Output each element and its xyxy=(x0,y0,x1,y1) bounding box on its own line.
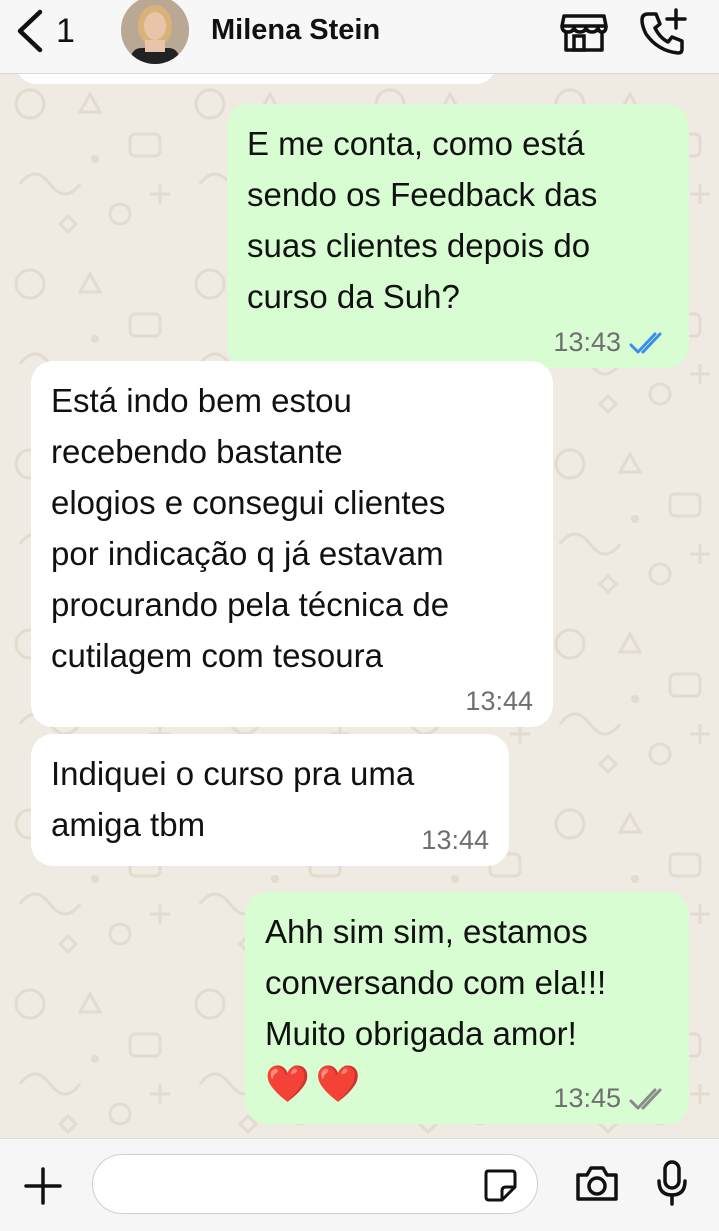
camera-icon[interactable] xyxy=(574,1163,620,1203)
avatar[interactable] xyxy=(121,0,189,64)
message-time: 13:43 xyxy=(553,327,621,357)
microphone-icon[interactable] xyxy=(656,1159,688,1207)
message-text: E me conta, como está sendo os Feedback … xyxy=(247,125,598,315)
sticker-icon[interactable] xyxy=(482,1167,518,1203)
message-time: 13:44 xyxy=(421,825,489,855)
avatar-image xyxy=(121,0,189,64)
message-meta: 13:45 xyxy=(553,1083,669,1114)
message-meta: 13:44 xyxy=(421,825,489,856)
add-call-icon[interactable] xyxy=(638,6,690,58)
message-text: Ahh sim sim, estamos conversando com ela… xyxy=(265,913,607,1052)
delivered-ticks-icon xyxy=(629,1088,662,1109)
message-list[interactable]: E me conta, como está sendo os Feedback … xyxy=(0,74,719,1138)
plus-icon[interactable] xyxy=(22,1165,64,1207)
contact-name[interactable]: Milena Stein xyxy=(211,14,380,47)
message-meta: 13:44 xyxy=(465,686,533,717)
message-bubble-outgoing[interactable]: Ahh sim sim, estamos conversando com ela… xyxy=(245,892,689,1124)
message-text: Está indo bem estou recebendo bastante e… xyxy=(51,382,450,674)
message-bubble-incoming[interactable]: Está indo bem estou recebendo bastante e… xyxy=(31,361,553,727)
message-meta: 13:43 xyxy=(553,327,669,358)
chevron-left-icon xyxy=(17,9,43,53)
unread-count: 1 xyxy=(56,11,75,50)
previous-message-edge xyxy=(16,74,496,84)
chat-header: 1 Milena Stein xyxy=(0,0,719,74)
message-bubble-outgoing[interactable]: E me conta, como está sendo os Feedback … xyxy=(227,104,689,368)
message-input[interactable] xyxy=(92,1154,538,1214)
message-time: 13:45 xyxy=(553,1083,621,1113)
store-icon[interactable] xyxy=(560,10,608,54)
message-composer xyxy=(0,1138,719,1231)
message-time: 13:44 xyxy=(465,686,533,716)
read-ticks-icon xyxy=(629,332,662,353)
back-button[interactable]: 1 xyxy=(14,8,94,54)
message-bubble-incoming[interactable]: Indiquei o curso pra uma amiga tbm 13:44 xyxy=(31,734,509,866)
